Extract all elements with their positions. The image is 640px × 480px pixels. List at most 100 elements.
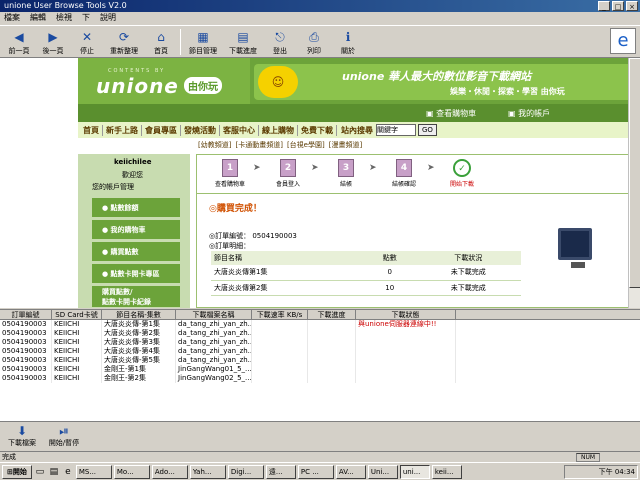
step-login: 2 會員登入 bbox=[265, 159, 311, 188]
nav-support[interactable]: 客服中心 bbox=[220, 124, 259, 136]
nav-shop[interactable]: 線上購物 bbox=[259, 124, 298, 136]
home-button[interactable]: ⌂ 首頁 bbox=[144, 26, 178, 58]
table-row[interactable]: 0504190003 KEIICHI 大唐炎炎傳-第3集 da_tang_zhi_ya… bbox=[0, 338, 640, 347]
nav-member[interactable]: 會員專區 bbox=[142, 124, 181, 136]
menu-edit[interactable]: 編輯 bbox=[30, 12, 46, 24]
table-row[interactable]: 0504190003 KEIICHI 大唐炎炎傳-第1集 da_tang_zhi_ya… bbox=[0, 320, 640, 329]
about-button[interactable]: ℹ 關於 bbox=[331, 26, 365, 58]
member-sidebar: keiichilee 歡迎您 您的帳戶管理 ● 點數餘額 ● 我的購物車 ● 購… bbox=[78, 154, 190, 308]
taskbar-item[interactable]: Mo... bbox=[113, 464, 150, 479]
nav-free-download[interactable]: 免費下載 bbox=[298, 124, 337, 136]
site-logo[interactable]: CONTENTS BY unione 由你玩 bbox=[78, 58, 250, 104]
maximize-icon[interactable]: □ bbox=[612, 1, 624, 11]
download-file-button[interactable]: ⬇ 下載檔案 bbox=[4, 422, 40, 451]
print-button[interactable]: ⎙ 列印 bbox=[297, 26, 331, 58]
window-title: unione User Browse Tools V2.0 bbox=[4, 1, 127, 10]
quicklaunch-desktop-icon[interactable]: ▭ bbox=[34, 466, 46, 478]
nav-events[interactable]: 發燒活動 bbox=[181, 124, 220, 136]
step-4-icon: 4 bbox=[396, 159, 412, 177]
stop-button[interactable]: ✕ 停止 bbox=[70, 26, 104, 58]
taskbar-item[interactable]: AV... bbox=[335, 464, 366, 479]
checkmark-icon: ✓ bbox=[453, 159, 471, 177]
bullet-icon: ● bbox=[102, 204, 111, 212]
step-arrow-icon: ➤ bbox=[369, 163, 377, 173]
taskbar-item[interactable]: keii... bbox=[431, 464, 462, 479]
sidebar-item-records[interactable]: 購買點數/ 點數卡開卡紀錄 bbox=[92, 286, 180, 308]
taskbar-item-active[interactable]: uni... bbox=[399, 464, 430, 479]
download-file-icon: ⬇ bbox=[16, 424, 28, 438]
order-number: ◎訂單編號： 0504190003 bbox=[209, 232, 297, 240]
scrollbar-thumb[interactable] bbox=[629, 58, 640, 288]
search-label: 站內搜尋 bbox=[341, 125, 373, 135]
table-row[interactable]: 0504190003 KEIICHI 大唐炎炎傳-第2集 da_tang_zhi_ya… bbox=[0, 329, 640, 338]
sidebar-item-card-activate[interactable]: ● 點數卡開卡專區 bbox=[92, 264, 180, 284]
welcome-text: 歡迎您 bbox=[122, 171, 143, 179]
refresh-button[interactable]: ⟳ 重新整理 bbox=[104, 26, 144, 58]
channel-link-kids[interactable]: [幼教頻道] bbox=[198, 140, 231, 150]
channel-link-cartoon[interactable]: [卡通動畫頻道] bbox=[235, 140, 282, 150]
channel-link-comics[interactable]: [漫畫頻道] bbox=[329, 140, 362, 150]
cart-bar: ▣ 查看購物車 ▣ 我的帳戶 bbox=[78, 104, 640, 122]
bullet-icon: ● bbox=[102, 248, 111, 256]
logout-button[interactable]: ⎋ 登出 bbox=[263, 26, 297, 58]
sidebar-item-buy-points[interactable]: ● 購買點數 bbox=[92, 242, 180, 262]
sidebar-item-balance[interactable]: ● 點數餘額 bbox=[92, 198, 180, 218]
step-arrow-icon: ➤ bbox=[427, 163, 435, 173]
username: keiichilee bbox=[114, 158, 152, 166]
program-manage-button[interactable]: ▦ 節目管理 bbox=[183, 26, 223, 58]
taskbar-item[interactable]: Yah... bbox=[189, 464, 226, 479]
checkout-steps: 1 查看購物車 ➤ 2 會員登入 ➤ 3 結帳 ➤ 4 結帳確認 ➤ ✓ 開始下載 bbox=[207, 159, 547, 191]
browser-logo-icon: e bbox=[610, 28, 636, 54]
brand-slogan: unione 華人最大的數位影音下載網站 bbox=[342, 70, 532, 83]
channel-link-ttv[interactable]: [台視e學園] bbox=[287, 140, 325, 150]
download-progress-button[interactable]: ▤ 下載進度 bbox=[223, 26, 263, 58]
taskbar-item[interactable]: Digi... bbox=[227, 464, 264, 479]
close-icon[interactable]: × bbox=[626, 1, 638, 11]
site-banner: CONTENTS BY unione 由你玩 ☺ unione 華人最大的數位影… bbox=[78, 58, 640, 104]
quicklaunch-browser-icon[interactable]: e bbox=[62, 466, 74, 478]
nav-newbie[interactable]: 新手上路 bbox=[103, 124, 142, 136]
taskbar-item[interactable]: Uni... bbox=[367, 464, 398, 479]
table-row[interactable]: 0504190003 KEIICHI 大唐炎炎傳-第4集 da_tang_zhi_ya… bbox=[0, 347, 640, 356]
clock[interactable]: 下午 04:34 bbox=[599, 468, 635, 476]
download-progress-icon: ▤ bbox=[237, 30, 249, 44]
queue-header: 訂單編號 SD Card卡號 節目名稱-集數 下載檔案名稱 下載速率 KB/s … bbox=[0, 310, 640, 320]
my-account-link[interactable]: ▣ 我的帳戶 bbox=[508, 108, 550, 119]
taskbar-item[interactable]: PC ... bbox=[297, 464, 334, 479]
browser-scrollbar[interactable] bbox=[628, 58, 640, 308]
channel-links: [幼教頻道] [卡通動畫頻道] [台視e學園] [漫畫頻道] bbox=[198, 140, 362, 150]
download-queue: 訂單編號 SD Card卡號 節目名稱-集數 下載檔案名稱 下載速率 KB/s … bbox=[0, 309, 640, 421]
minimize-icon[interactable]: _ bbox=[598, 1, 610, 11]
sidebar-item-cart[interactable]: ● 我的購物車 bbox=[92, 220, 180, 240]
program-icon: ▦ bbox=[197, 30, 209, 44]
taskbar-item[interactable]: 遠... bbox=[265, 464, 296, 479]
order-table-header: 節目名稱 點數 下載狀況 bbox=[211, 251, 521, 265]
start-button[interactable]: ⊞開始 bbox=[2, 464, 32, 479]
menu-help[interactable]: 說明 bbox=[100, 12, 116, 24]
account-mgmt-heading: 您的帳戶管理 bbox=[92, 183, 134, 191]
purchase-complete-title: ◎購買完成！ bbox=[209, 204, 262, 214]
step-3-icon: 3 bbox=[338, 159, 354, 177]
start-pause-button[interactable]: ⏯ 開始/暫停 bbox=[46, 422, 82, 451]
menu-download[interactable]: 下 bbox=[82, 12, 90, 24]
table-row: 大唐炎炎傳第1集 0 未下載完成 bbox=[211, 265, 521, 281]
view-cart-link[interactable]: ▣ 查看購物車 bbox=[426, 108, 476, 119]
table-row[interactable]: 0504190003 KEIICHI 金剛王-第2集 JinGangWang02_5_… bbox=[0, 374, 640, 383]
numlock-indicator: NUM bbox=[576, 453, 600, 462]
site-search-input[interactable] bbox=[376, 124, 416, 136]
status-bar: 完成 NUM bbox=[0, 451, 640, 462]
table-row[interactable]: 0504190003 KEIICHI 金剛王-第1集 JinGangWang01_5_… bbox=[0, 365, 640, 374]
forward-button[interactable]: ▶ 後一頁 bbox=[36, 26, 70, 58]
about-icon: ℹ bbox=[345, 30, 351, 44]
table-row[interactable]: 0504190003 KEIICHI 大唐炎炎傳-第5集 da_tang_zhi_ya… bbox=[0, 356, 640, 365]
nav-home[interactable]: 首頁 bbox=[80, 124, 103, 136]
step-checkout: 3 結帳 bbox=[323, 159, 369, 188]
taskbar-item[interactable]: Ado... bbox=[151, 464, 188, 479]
taskbar-item[interactable]: MS... bbox=[75, 464, 112, 479]
menu-view[interactable]: 檢視 bbox=[56, 12, 72, 24]
menu-file[interactable]: 檔案 bbox=[4, 12, 20, 24]
step-view-cart: 1 查看購物車 bbox=[207, 159, 253, 188]
search-go-button[interactable]: GO bbox=[418, 124, 437, 136]
quicklaunch-folder-icon[interactable]: ▤ bbox=[48, 466, 60, 478]
back-button[interactable]: ◀ 前一頁 bbox=[2, 26, 36, 58]
